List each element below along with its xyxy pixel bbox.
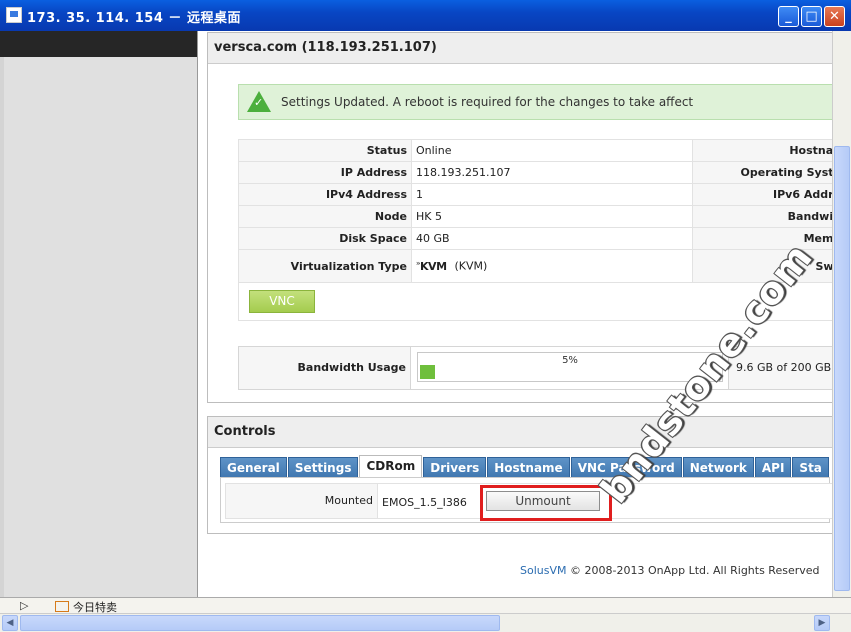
bandwidth-label: Bandwidth Usage bbox=[239, 347, 411, 389]
tab-drivers[interactable]: Drivers bbox=[423, 457, 487, 479]
close-button[interactable]: ✕ bbox=[824, 6, 845, 27]
window-title: 173. 35. 114. 154 － 远程桌面 bbox=[27, 11, 241, 26]
info-label: Virtualization Type bbox=[238, 249, 412, 283]
info-label: Disk Space bbox=[238, 227, 412, 250]
tab-api[interactable]: API bbox=[754, 457, 792, 479]
info-label: Memo bbox=[692, 227, 832, 250]
table-row: Virtualization Type »KVM(KVM) Swa bbox=[238, 249, 832, 283]
vertical-scrollbar[interactable] bbox=[832, 31, 851, 597]
tab-network[interactable]: Network bbox=[682, 457, 754, 479]
scroll-right-icon[interactable]: ▶ bbox=[814, 615, 830, 631]
tab-statistics[interactable]: Sta bbox=[792, 457, 829, 479]
info-value: 118.193.251.107 bbox=[411, 161, 693, 184]
bandwidth-percent: 5% bbox=[562, 355, 578, 366]
scroll-left-icon[interactable]: ◀ bbox=[2, 615, 18, 631]
info-value-cell: »KVM (KVM) bbox=[411, 249, 693, 283]
table-row: Status Online Hostnan bbox=[238, 139, 832, 162]
left-panel bbox=[0, 31, 198, 597]
tab-settings[interactable]: Settings bbox=[287, 457, 359, 479]
solusvm-link[interactable]: SolusVM bbox=[520, 564, 567, 577]
controls-heading: Controls bbox=[208, 417, 832, 448]
left-panel-body bbox=[4, 57, 197, 597]
info-label: IPv4 Address bbox=[238, 183, 412, 206]
table-row: Disk Space 40 GB Memo bbox=[238, 227, 832, 250]
server-heading: versca.com (118.193.251.107) bbox=[208, 33, 832, 64]
table-row: IP Address 118.193.251.107 Operating Sys… bbox=[238, 161, 832, 184]
table-row: Node HK 5 Bandwid bbox=[238, 205, 832, 228]
cdrom-iso: EMOS_1.5_I386 bbox=[382, 496, 467, 509]
maximize-button[interactable]: □ bbox=[801, 6, 822, 27]
bandwidth-usage: 9.6 GB of 200 GB bbox=[736, 361, 832, 374]
info-value: (KVM) bbox=[454, 259, 488, 273]
window-titlebar: 173. 35. 114. 154 － 远程桌面 _ □ ✕ bbox=[0, 0, 851, 31]
horizontal-scrollbar[interactable]: ◀ ▶ bbox=[0, 613, 851, 632]
horizontal-scroll-thumb[interactable] bbox=[20, 615, 500, 631]
bandwidth-progress-fill bbox=[420, 365, 435, 379]
info-value: HK 5 bbox=[411, 205, 693, 228]
info-value: 1 bbox=[411, 183, 693, 206]
info-label: Status bbox=[238, 139, 412, 162]
info-value: 40 GB bbox=[411, 227, 693, 250]
check-triangle-icon bbox=[247, 91, 271, 112]
tab-general[interactable]: General bbox=[220, 457, 287, 479]
info-label: IPv6 Addre bbox=[692, 183, 832, 206]
left-panel-header bbox=[0, 31, 197, 57]
status-bar: ▷ 今日特卖 bbox=[0, 597, 851, 614]
info-label: IP Address bbox=[238, 161, 412, 184]
server-info-table: Status Online Hostnan IP Address 118.193… bbox=[238, 139, 832, 283]
success-alert: Settings Updated. A reboot is required f… bbox=[238, 84, 832, 120]
info-value: Online bbox=[411, 139, 693, 162]
vertical-scroll-thumb[interactable] bbox=[834, 146, 850, 591]
minimize-button[interactable]: _ bbox=[778, 6, 799, 27]
tab-hostname[interactable]: Hostname bbox=[487, 457, 570, 479]
alert-message: Settings Updated. A reboot is required f… bbox=[281, 95, 694, 109]
info-label: Node bbox=[238, 205, 412, 228]
footer-copyright: © 2008-2013 OnApp Ltd. All Rights Reserv… bbox=[570, 564, 820, 577]
tab-cdrom[interactable]: CDRom bbox=[359, 455, 423, 479]
footer: SolusVM © 2008-2013 OnApp Ltd. All Right… bbox=[520, 564, 820, 577]
info-label: Hostnan bbox=[692, 139, 832, 162]
highlight-box bbox=[480, 485, 612, 521]
kvm-logo: »KVM bbox=[416, 259, 447, 273]
remote-desktop-icon bbox=[6, 7, 22, 23]
cdrom-label: Mounted bbox=[226, 484, 378, 518]
info-label: Operating Syste bbox=[692, 161, 832, 184]
controls-tabs: General Settings CDRom Drivers Hostname VNC P… bbox=[220, 455, 830, 479]
info-label: Bandwid bbox=[692, 205, 832, 228]
expand-arrow-icon[interactable]: ▷ bbox=[20, 599, 28, 612]
table-row: IPv4 Address 1 IPv6 Addre bbox=[238, 183, 832, 206]
vnc-button[interactable]: VNC bbox=[249, 290, 315, 313]
